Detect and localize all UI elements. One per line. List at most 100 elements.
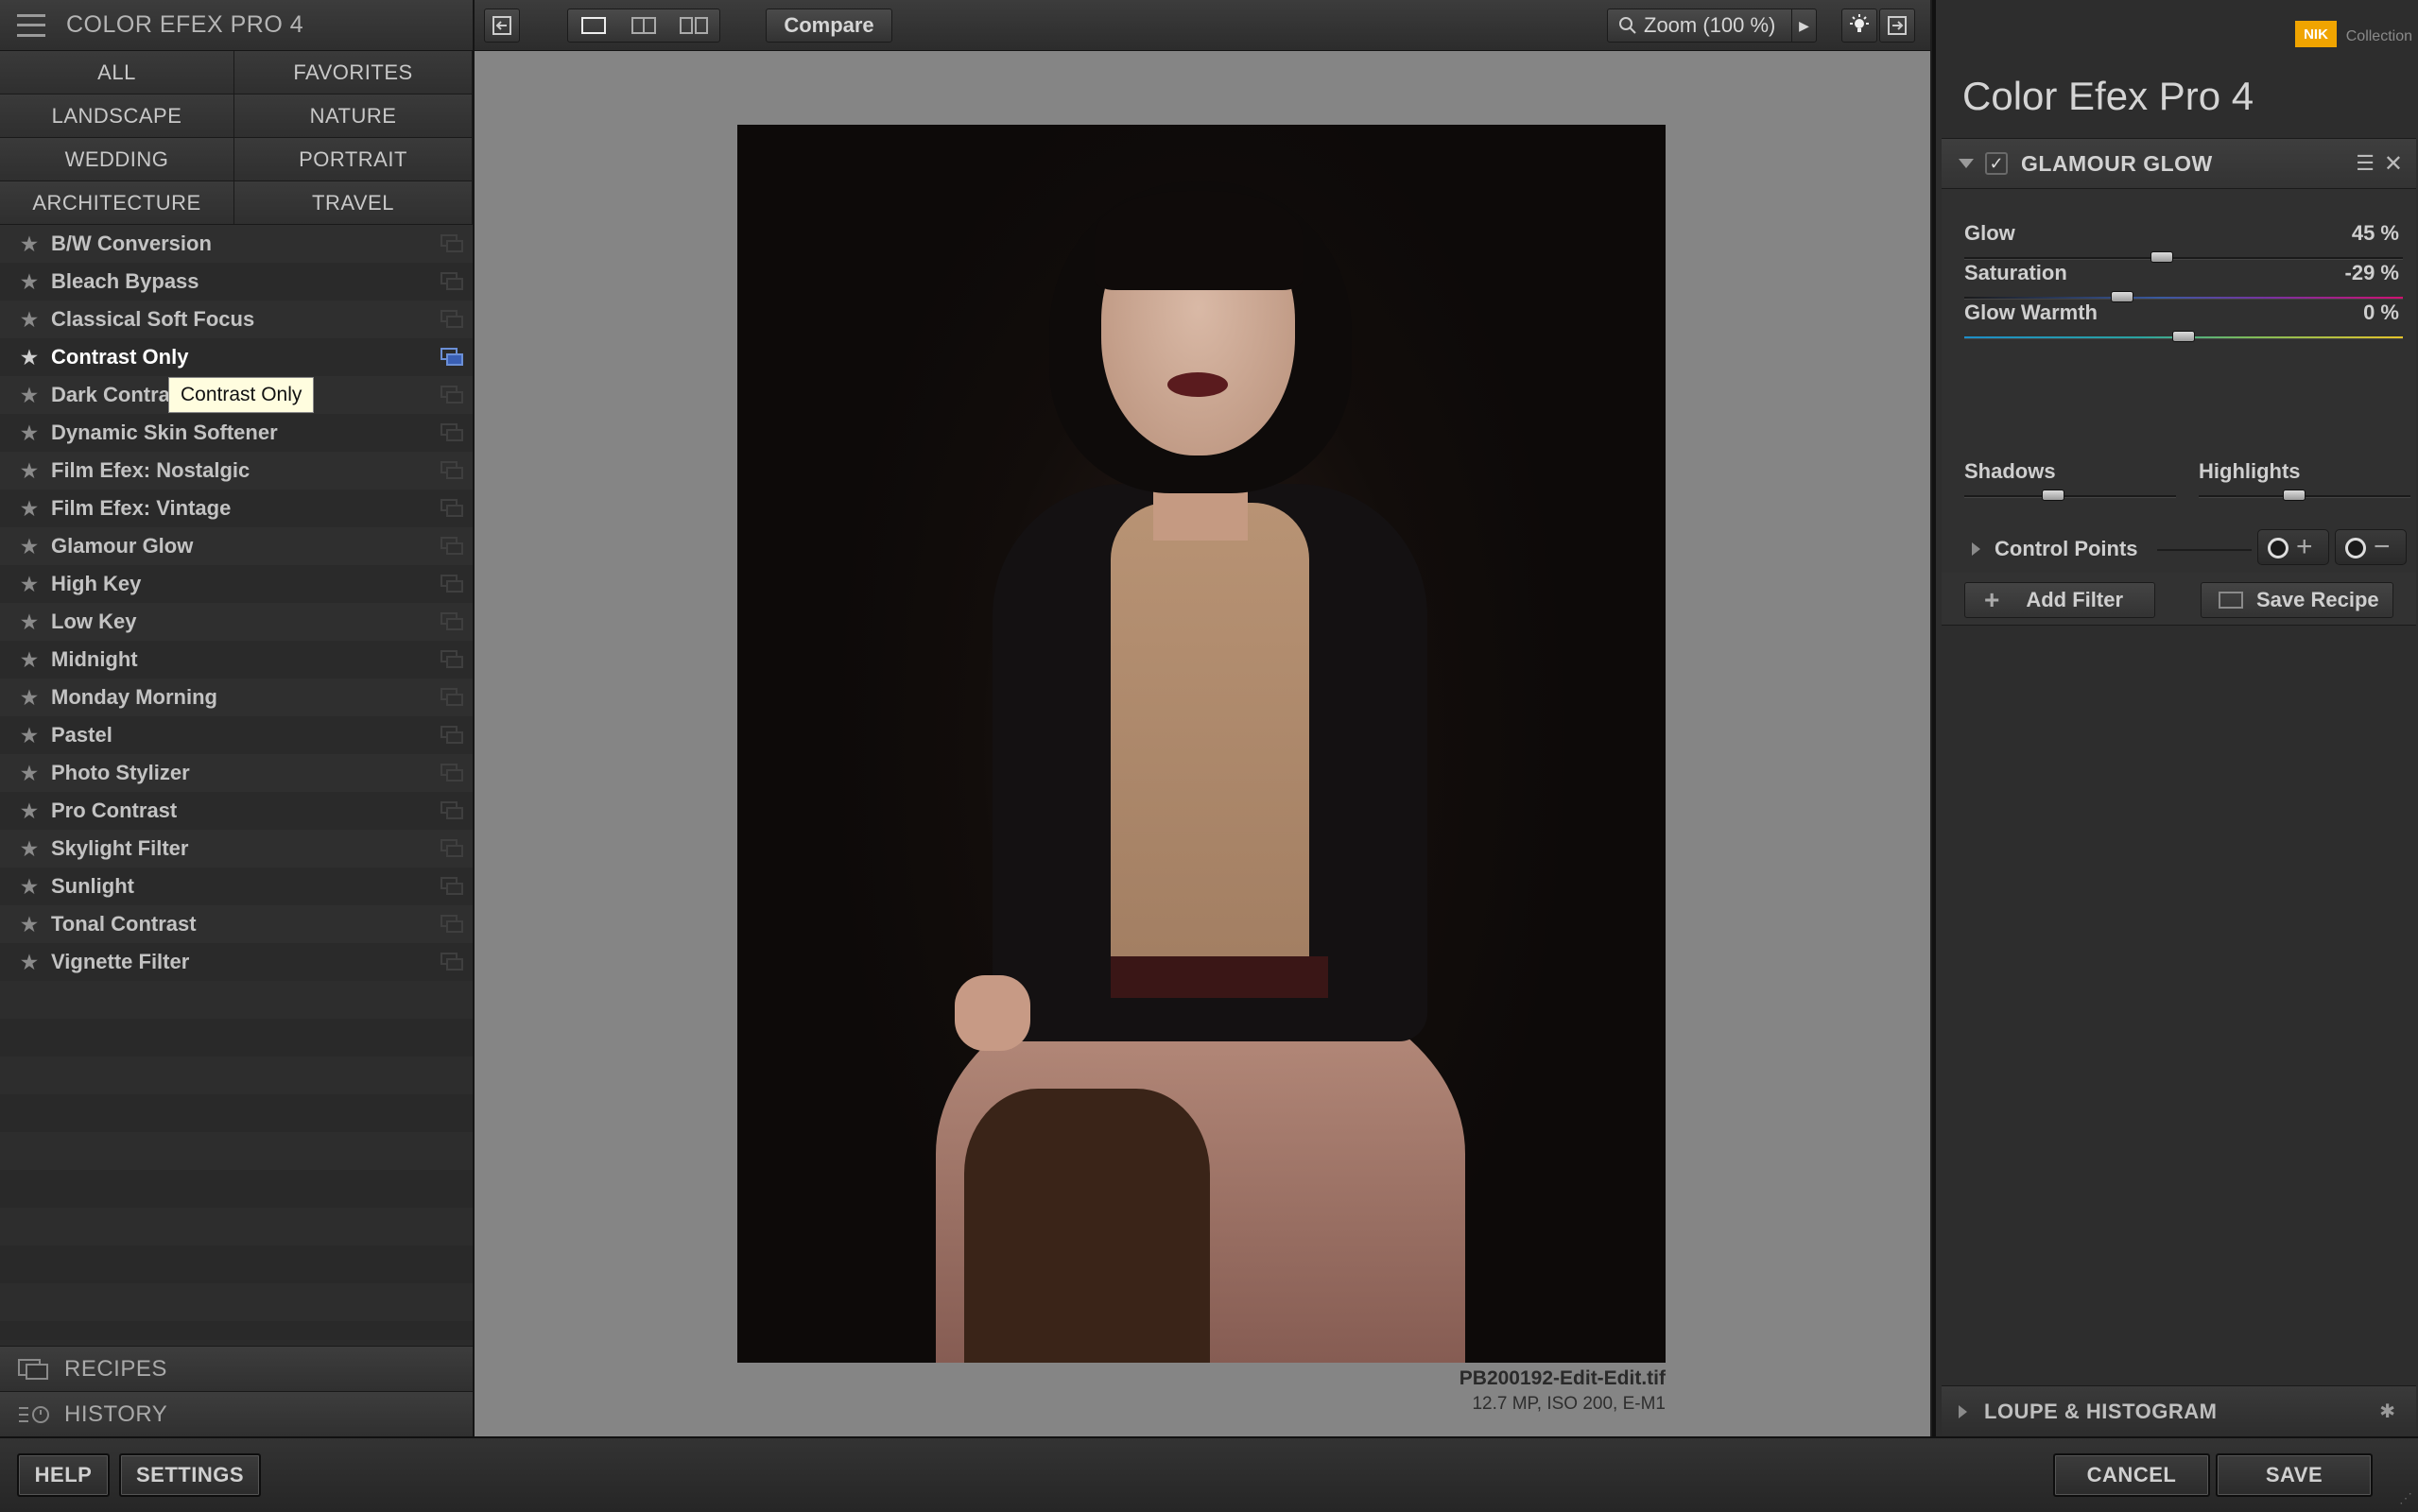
history-tab[interactable]: HISTORY xyxy=(0,1391,473,1436)
hide-browser-button[interactable] xyxy=(484,9,520,43)
category-wedding[interactable]: WEDDING xyxy=(0,138,234,181)
preview-image[interactable] xyxy=(737,125,1666,1363)
star-icon[interactable]: ★ xyxy=(21,951,51,974)
duplicate-icon[interactable] xyxy=(440,801,465,820)
cancel-button[interactable]: CANCEL xyxy=(2053,1453,2210,1497)
duplicate-icon[interactable] xyxy=(440,650,465,669)
resize-grip-icon[interactable]: ⋰ xyxy=(2399,1490,2412,1506)
filter-item[interactable]: ★ Low Key xyxy=(0,603,473,641)
filter-item[interactable]: ★ Glamour Glow xyxy=(0,527,473,565)
duplicate-icon[interactable] xyxy=(440,839,465,858)
duplicate-icon[interactable] xyxy=(440,575,465,593)
hide-controls-button[interactable] xyxy=(1879,9,1915,43)
duplicate-icon[interactable] xyxy=(440,537,465,556)
star-icon[interactable]: ★ xyxy=(21,762,51,785)
save-button[interactable]: SAVE xyxy=(2216,1453,2373,1497)
duplicate-icon[interactable] xyxy=(440,234,465,253)
star-icon[interactable]: ★ xyxy=(21,686,51,710)
preview-canvas[interactable]: PB200192-Edit-Edit.tif 12.7 MP, ISO 200,… xyxy=(475,51,1930,1436)
duplicate-icon[interactable] xyxy=(440,877,465,896)
side-by-side-view-button[interactable] xyxy=(669,17,719,34)
split-view-button[interactable] xyxy=(618,17,668,34)
duplicate-icon[interactable] xyxy=(440,461,465,480)
save-recipe-button[interactable]: Save Recipe xyxy=(2201,582,2393,618)
star-icon[interactable]: ★ xyxy=(21,875,51,899)
category-architecture[interactable]: ARCHITECTURE xyxy=(0,181,234,225)
filter-item[interactable]: ★ Pro Contrast xyxy=(0,792,473,830)
duplicate-icon[interactable] xyxy=(440,348,465,367)
filter-item[interactable]: ★ Film Efex: Nostalgic xyxy=(0,452,473,490)
duplicate-icon[interactable] xyxy=(440,272,465,291)
single-view-button[interactable] xyxy=(568,17,618,34)
category-portrait[interactable]: PORTRAIT xyxy=(234,138,473,181)
filter-item[interactable]: ★ Dynamic Skin Softener xyxy=(0,414,473,452)
glow-warmth-slider-handle[interactable] xyxy=(2172,331,2195,342)
duplicate-icon[interactable] xyxy=(440,386,465,404)
filter-item[interactable]: ★ High Key xyxy=(0,565,473,603)
settings-button[interactable]: SETTINGS xyxy=(119,1453,261,1497)
background-toggle-button[interactable] xyxy=(1841,9,1877,43)
star-icon[interactable]: ★ xyxy=(21,346,51,369)
filter-header[interactable]: ✓ GLAMOUR GLOW ☰ ✕ xyxy=(1942,138,2416,189)
star-icon[interactable]: ★ xyxy=(21,724,51,747)
category-travel[interactable]: TRAVEL xyxy=(234,181,473,225)
help-button[interactable]: HELP xyxy=(17,1453,110,1497)
filter-item[interactable]: ★ Vignette Filter xyxy=(0,943,473,981)
highlights-slider-handle[interactable] xyxy=(2282,490,2306,501)
star-icon[interactable]: ★ xyxy=(21,573,51,596)
star-icon[interactable]: ★ xyxy=(21,232,51,256)
filter-item[interactable]: ★ Bleach Bypass xyxy=(0,263,473,301)
duplicate-icon[interactable] xyxy=(440,764,465,782)
category-landscape[interactable]: LANDSCAPE xyxy=(0,94,234,138)
star-icon[interactable]: ★ xyxy=(21,497,51,521)
filter-item[interactable]: ★ Monday Morning xyxy=(0,679,473,716)
filter-item[interactable]: ★ Sunlight xyxy=(0,868,473,905)
star-icon[interactable]: ★ xyxy=(21,913,51,936)
category-all[interactable]: ALL xyxy=(0,51,234,94)
compare-button[interactable]: Compare xyxy=(766,9,892,43)
hamburger-icon[interactable] xyxy=(17,13,45,37)
category-nature[interactable]: NATURE xyxy=(234,94,473,138)
filter-item[interactable]: ★ Skylight Filter xyxy=(0,830,473,868)
filter-item[interactable]: ★ Contrast Only xyxy=(0,338,473,376)
duplicate-icon[interactable] xyxy=(440,953,465,971)
zoom-button[interactable]: Zoom (100 %) ▶ xyxy=(1607,9,1817,43)
duplicate-icon[interactable] xyxy=(440,915,465,934)
duplicate-icon[interactable] xyxy=(440,499,465,518)
filter-menu-icon[interactable]: ☰ xyxy=(2356,151,2375,176)
duplicate-icon[interactable] xyxy=(440,310,465,329)
duplicate-icon[interactable] xyxy=(440,423,465,442)
filter-item[interactable]: ★ Film Efex: Vintage xyxy=(0,490,473,527)
filter-item[interactable]: ★ Photo Stylizer xyxy=(0,754,473,792)
add-filter-button[interactable]: + Add Filter xyxy=(1964,582,2155,618)
filter-item[interactable]: ★ Tonal Contrast xyxy=(0,905,473,943)
glow-warmth-track[interactable] xyxy=(1964,331,2403,342)
filter-item[interactable]: ★ Classical Soft Focus xyxy=(0,301,473,338)
filter-enable-checkbox[interactable]: ✓ xyxy=(1985,152,2008,175)
filter-item[interactable]: ★ B/W Conversion xyxy=(0,225,473,263)
filter-item[interactable]: ★ Midnight xyxy=(0,641,473,679)
star-icon[interactable]: ★ xyxy=(21,535,51,558)
star-icon[interactable]: ★ xyxy=(21,799,51,823)
star-icon[interactable]: ★ xyxy=(21,384,51,407)
duplicate-icon[interactable] xyxy=(440,726,465,745)
remove-control-point-button[interactable]: − xyxy=(2335,529,2407,565)
collapse-triangle-icon[interactable] xyxy=(1959,159,1974,168)
filter-item[interactable]: ★ Pastel xyxy=(0,716,473,754)
duplicate-icon[interactable] xyxy=(440,612,465,631)
category-favorites[interactable]: FAVORITES xyxy=(234,51,473,94)
star-icon[interactable]: ★ xyxy=(21,610,51,634)
recipes-tab[interactable]: RECIPES xyxy=(0,1346,473,1391)
loupe-histogram-bar[interactable]: LOUPE & HISTOGRAM ✱ xyxy=(1942,1385,2416,1436)
close-icon[interactable]: ✕ xyxy=(2384,150,2403,178)
star-icon[interactable]: ★ xyxy=(21,459,51,483)
star-icon[interactable]: ★ xyxy=(21,837,51,861)
star-icon[interactable]: ★ xyxy=(21,270,51,294)
add-control-point-button[interactable]: + xyxy=(2257,529,2329,565)
star-icon[interactable]: ★ xyxy=(21,308,51,332)
shadows-track[interactable] xyxy=(1964,490,2176,501)
highlights-track[interactable] xyxy=(2199,490,2410,501)
pin-icon[interactable]: ✱ xyxy=(2379,1400,2395,1423)
zoom-arrow-icon[interactable]: ▶ xyxy=(1791,9,1816,42)
star-icon[interactable]: ★ xyxy=(21,421,51,445)
